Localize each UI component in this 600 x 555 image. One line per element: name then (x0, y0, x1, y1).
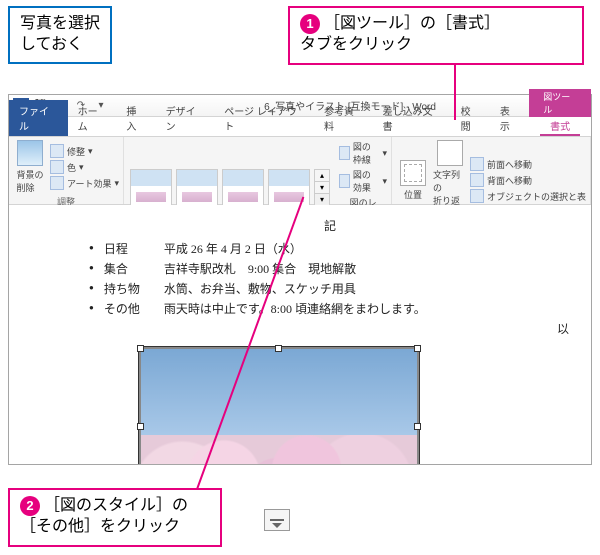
word-window: W 💾 ↶ ↷ ▾ 6_写真やイラスト [互換モード] - Word ファイル … (8, 94, 592, 465)
tab-page-layout[interactable]: ページ レイアウト (214, 100, 314, 136)
tab-file[interactable]: ファイル (9, 100, 68, 136)
badge-1: 1 (300, 14, 320, 34)
gallery-more-enlarged-icon (264, 509, 290, 531)
tab-format[interactable]: 書式 (540, 117, 580, 136)
style-thumb[interactable] (176, 169, 218, 207)
doc-row: その他雨天時は中止です。8:00 頃連絡網をまわします。 (89, 300, 571, 317)
ribbon-tabs: ファイル ホーム 挿入 デザイン ページ レイアウト 参考資料 差し込み文書 校… (9, 117, 591, 137)
resize-handle[interactable] (137, 345, 144, 352)
tab-references[interactable]: 参考資料 (314, 100, 373, 136)
picture-effects-button[interactable]: 図の効果 ▾ (339, 168, 387, 194)
resize-handle[interactable] (137, 423, 144, 430)
callout-step1: 1［図ツール］の［書式］ タブをクリック (288, 6, 584, 65)
doc-row: 持ち物水筒、お弁当、敷物、スケッチ用具 (89, 280, 571, 297)
style-thumb[interactable] (222, 169, 264, 207)
picture-tools-label: 図ツール (529, 89, 591, 117)
callout-step2: 2［図のスタイル］の ［その他］をクリック (8, 488, 222, 547)
doc-tail: 以 (89, 320, 571, 337)
resize-handle[interactable] (414, 423, 421, 430)
style-thumb[interactable] (130, 169, 172, 207)
tab-review[interactable]: 校閲 (451, 100, 490, 136)
ribbon-group-adjust: 背景の 削除 修整 ▾ 色 ▾ アート効果 ▾ 調整 (9, 137, 124, 204)
position-button[interactable]: 位置 (396, 160, 430, 201)
gallery-scroll[interactable]: ▴ ▾ ▾ (314, 169, 330, 207)
color-button[interactable]: 色 ▾ (50, 160, 119, 174)
artistic-effects-button[interactable]: アート効果 ▾ (50, 176, 119, 190)
doc-row: 集合吉祥寺駅改札 9:00 集合 現地解散 (89, 260, 571, 277)
style-thumb[interactable] (268, 169, 310, 207)
selection-pane-button[interactable]: オブジェクトの選択と表 (470, 189, 586, 203)
ribbon-group-arrange: 位置 文字列の 折り返し 前面へ移動 背面へ移動 オブジェクトの選択と表 配置 (392, 137, 591, 204)
tab-home[interactable]: ホーム (68, 100, 117, 136)
doc-row: 日程平成 26 年 4 月 2 日（水） (89, 240, 571, 257)
tab-design[interactable]: デザイン (156, 100, 215, 136)
ribbon: 背景の 削除 修整 ▾ 色 ▾ アート効果 ▾ 調整 ▴ ▾ (9, 137, 591, 205)
tab-view[interactable]: 表示 (490, 100, 529, 136)
resize-handle[interactable] (414, 345, 421, 352)
bring-forward-button[interactable]: 前面へ移動 (470, 157, 586, 171)
photo-blossom (141, 435, 417, 464)
callout-prep: 写真を選択 しておく (8, 6, 112, 64)
gallery-more-button[interactable]: ▾ (315, 194, 329, 206)
doc-heading: 記 (89, 217, 571, 234)
resize-handle[interactable] (275, 345, 282, 352)
leader-line-1 (454, 64, 456, 120)
corrections-button[interactable]: 修整 ▾ (50, 144, 119, 158)
gallery-down-icon[interactable]: ▾ (315, 182, 329, 194)
selected-picture[interactable] (139, 347, 419, 464)
tab-insert[interactable]: 挿入 (116, 100, 155, 136)
document-area[interactable]: 記 日程平成 26 年 4 月 2 日（水） 集合吉祥寺駅改札 9:00 集合 … (9, 205, 591, 464)
tab-mailings[interactable]: 差し込み文書 (373, 100, 451, 136)
remove-background-button[interactable]: 背景の 削除 (13, 140, 47, 194)
gallery-up-icon[interactable]: ▴ (315, 170, 329, 182)
badge-2: 2 (20, 496, 40, 516)
send-backward-button[interactable]: 背面へ移動 (470, 173, 586, 187)
picture-border-button[interactable]: 図の枠線 ▾ (339, 140, 387, 166)
contextual-tab-group: 図ツール 書式 (529, 89, 591, 136)
ribbon-group-picture-styles: ▴ ▾ ▾ 図の枠線 ▾ 図の効果 ▾ 図のレイアウト ▾ 図のスタイル (124, 137, 392, 204)
